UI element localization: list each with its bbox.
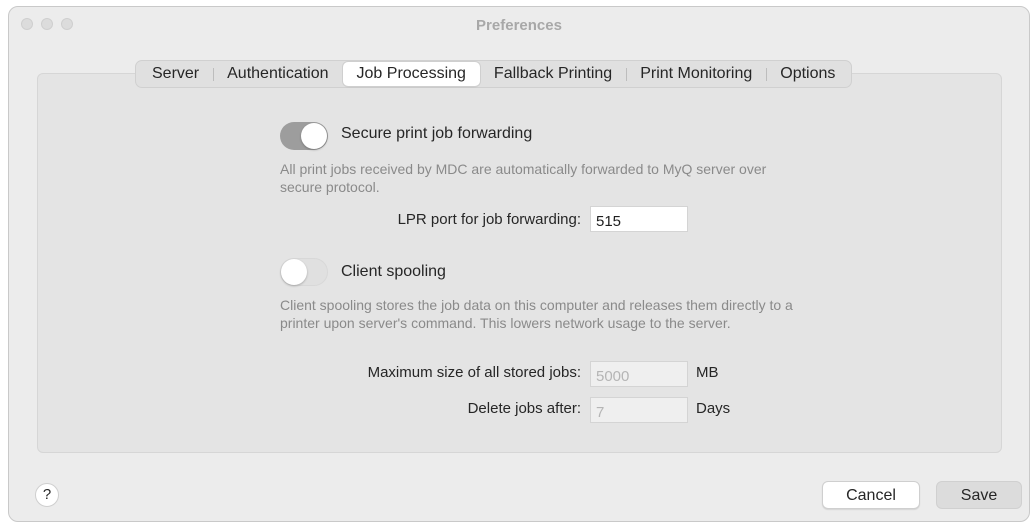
secure-forwarding-label: Secure print job forwarding <box>341 125 533 142</box>
help-button[interactable]: ? <box>35 483 59 507</box>
tab-authentication[interactable]: Authentication <box>213 62 342 86</box>
delete-after-label: Delete jobs after: <box>467 400 581 417</box>
tab-print-monitoring[interactable]: Print Monitoring <box>626 62 766 86</box>
max-size-input[interactable] <box>590 361 688 387</box>
client-spooling-toggle[interactable] <box>280 258 328 286</box>
tab-server[interactable]: Server <box>138 62 213 86</box>
secure-forwarding-description: All print jobs received by MDC are autom… <box>280 161 767 195</box>
tab-fallback-printing[interactable]: Fallback Printing <box>480 62 626 86</box>
window-title: Preferences <box>476 17 562 34</box>
tab-job-processing[interactable]: Job Processing <box>342 62 480 86</box>
secure-forwarding-toggle[interactable] <box>280 122 328 150</box>
title-bar: Preferences <box>9 7 1029 45</box>
max-size-label: Maximum size of all stored jobs: <box>367 364 581 381</box>
delete-after-unit: Days <box>696 400 731 417</box>
client-spooling-label: Client spooling <box>341 263 446 280</box>
lpr-port-input[interactable] <box>590 206 688 232</box>
tab-bar: Server Authentication Job Processing Fal… <box>135 60 853 88</box>
toggle-knob <box>301 123 327 149</box>
client-spooling-description: Client spooling stores the job data on t… <box>280 297 793 331</box>
delete-after-input[interactable] <box>590 397 688 423</box>
preferences-window: Preferences Server Authentication Job Pr… <box>8 6 1030 522</box>
lpr-port-label: LPR port for job forwarding: <box>397 211 581 228</box>
save-button[interactable]: Save <box>936 481 1022 509</box>
toggle-knob <box>281 259 307 285</box>
cancel-button[interactable]: Cancel <box>822 481 920 509</box>
max-size-unit: MB <box>696 364 719 381</box>
tab-options[interactable]: Options <box>766 62 849 86</box>
